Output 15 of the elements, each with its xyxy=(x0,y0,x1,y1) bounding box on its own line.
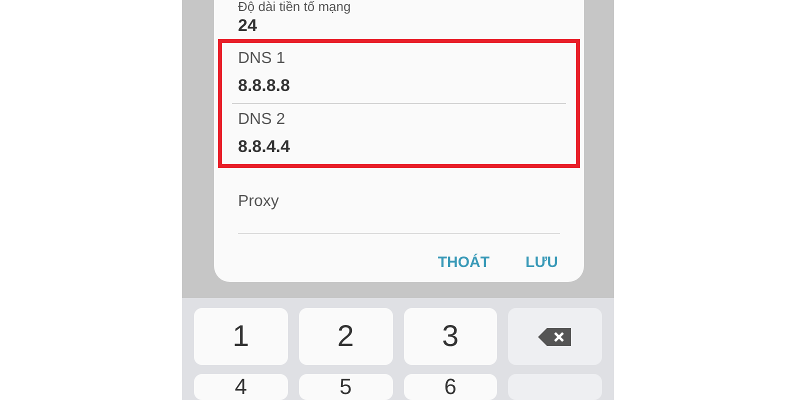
key[interactable]: 1 xyxy=(194,308,288,365)
field-label: Độ dài tiền tố mạng xyxy=(238,0,352,14)
key[interactable]: 6 xyxy=(404,374,498,400)
key[interactable]: 3 xyxy=(404,308,498,365)
field-value[interactable]: 24 xyxy=(238,16,560,36)
field-label: DNS 2 xyxy=(238,111,286,129)
field-value[interactable]: 8.8.8.8 xyxy=(238,76,560,96)
backspace-icon xyxy=(537,326,574,346)
backspace-key[interactable] xyxy=(508,308,602,365)
key[interactable]: 5 xyxy=(298,374,392,400)
field-label: DNS 1 xyxy=(238,50,286,68)
key[interactable]: 4 xyxy=(194,374,288,400)
field-label[interactable]: Proxy xyxy=(238,193,540,211)
field-value[interactable]: 8.8.4.4 xyxy=(238,137,560,157)
key[interactable]: 2 xyxy=(298,308,392,365)
